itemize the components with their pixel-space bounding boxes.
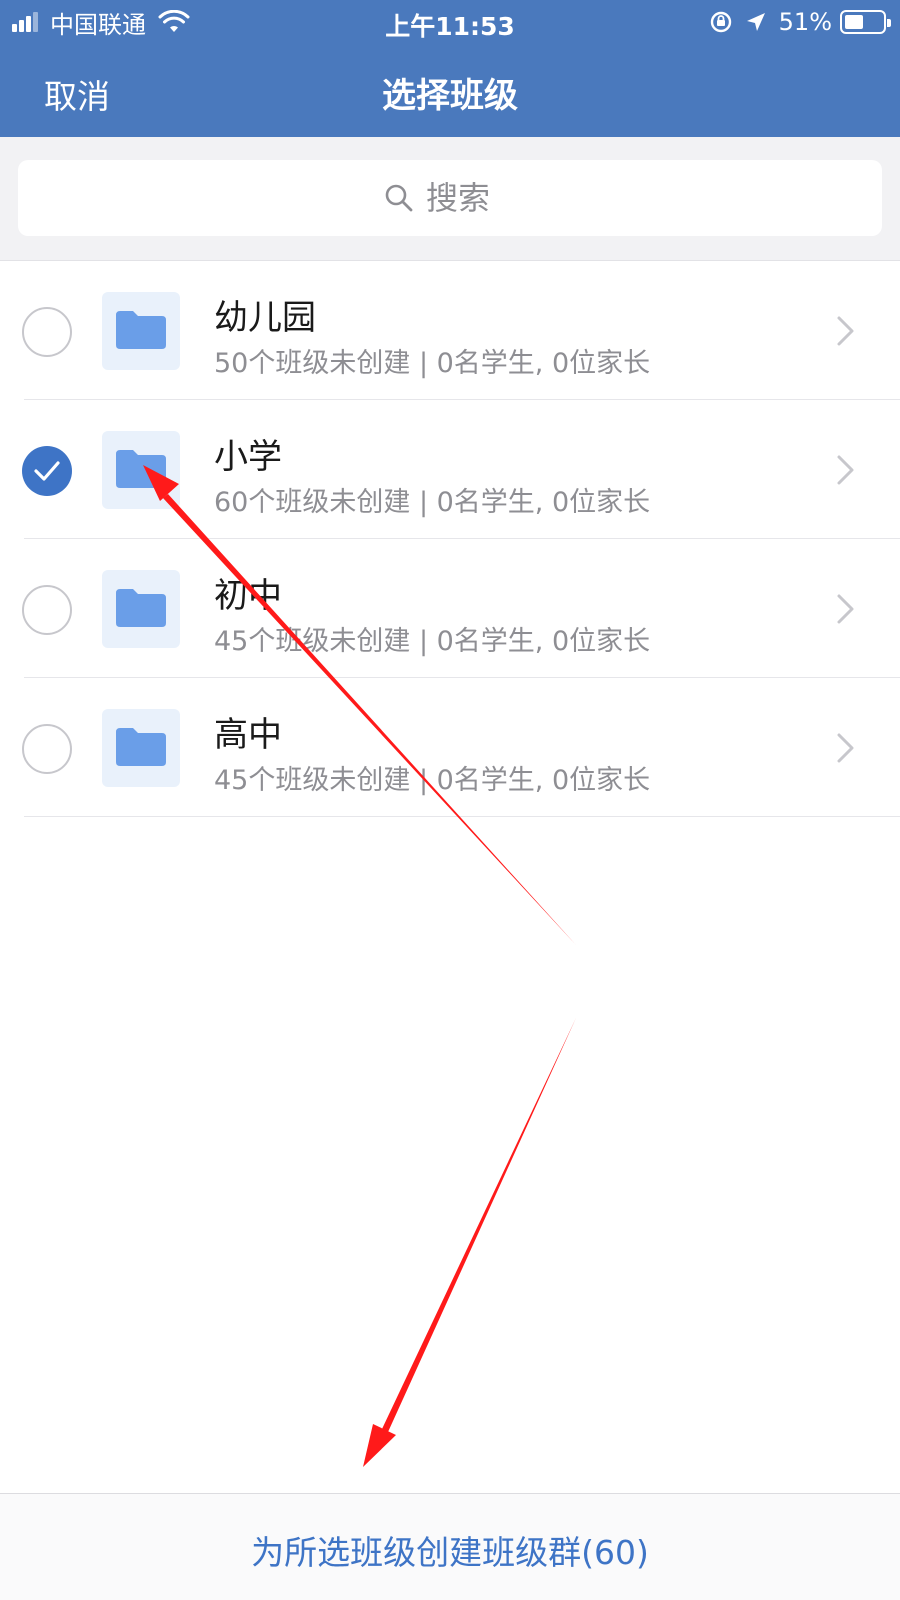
annotation-arrow-to-button xyxy=(363,1018,576,1467)
folder-icon xyxy=(116,450,166,488)
header: 中国联通 上午11:53 51% 取消 选择班级 xyxy=(0,0,900,137)
list-item[interactable]: 高中 45个班级未创建 | 0名学生, 0位家长 xyxy=(0,678,900,817)
radio-unchecked[interactable] xyxy=(22,585,72,635)
list-item[interactable]: 小学 60个班级未创建 | 0名学生, 0位家长 xyxy=(0,400,900,539)
status-right: 51% xyxy=(709,7,891,37)
item-subtitle: 60个班级未创建 | 0名学生, 0位家长 xyxy=(214,487,651,518)
folder-icon-tile xyxy=(102,431,180,509)
folder-icon-tile xyxy=(102,292,180,370)
item-title: 小学 xyxy=(214,437,282,477)
search-input[interactable] xyxy=(426,179,516,217)
status-bar: 中国联通 上午11:53 51% xyxy=(0,0,900,44)
select-class-screen: 中国联通 上午11:53 51% 取消 选择班级 搜索 幼儿园 50个班级未创建… xyxy=(0,0,900,1600)
nav-bar: 取消 选择班级 xyxy=(0,44,900,137)
create-class-group-button[interactable]: 为所选班级创建班级群(60) xyxy=(0,1526,900,1574)
search-area xyxy=(0,137,900,261)
bottom-bar: 为所选班级创建班级群(60) xyxy=(0,1493,900,1600)
folder-icon xyxy=(116,728,166,766)
chevron-right-icon xyxy=(837,316,854,346)
checkmark-icon xyxy=(34,461,60,481)
item-subtitle: 50个班级未创建 | 0名学生, 0位家长 xyxy=(214,348,651,379)
battery-icon xyxy=(840,10,891,34)
folder-icon xyxy=(116,311,166,349)
chevron-right-icon xyxy=(837,733,854,763)
radio-unchecked[interactable] xyxy=(22,724,72,774)
item-title: 幼儿园 xyxy=(214,298,316,338)
item-subtitle: 45个班级未创建 | 0名学生, 0位家长 xyxy=(214,626,651,657)
item-title: 初中 xyxy=(214,576,282,616)
chevron-right-icon xyxy=(837,455,854,485)
divider xyxy=(24,816,900,817)
search-icon xyxy=(385,184,413,212)
battery-level xyxy=(845,15,863,29)
folder-icon-tile xyxy=(102,570,180,648)
list-item[interactable]: 初中 45个班级未创建 | 0名学生, 0位家长 xyxy=(0,539,900,678)
chevron-right-icon xyxy=(837,594,854,624)
radio-checked[interactable] xyxy=(22,446,72,496)
search-box[interactable] xyxy=(18,160,882,236)
battery-cap xyxy=(887,19,891,27)
location-icon xyxy=(746,13,765,31)
page-title: 选择班级 xyxy=(382,76,518,116)
list-item[interactable]: 幼儿园 50个班级未创建 | 0名学生, 0位家长 xyxy=(0,261,900,400)
folder-icon xyxy=(116,589,166,627)
folder-icon-tile xyxy=(102,709,180,787)
item-title: 高中 xyxy=(214,715,282,755)
battery-percent: 51% xyxy=(778,8,832,36)
radio-unchecked[interactable] xyxy=(22,307,72,357)
class-list: 幼儿园 50个班级未创建 | 0名学生, 0位家长 小学 60个班级未创建 | … xyxy=(0,261,900,817)
cancel-button[interactable]: 取消 xyxy=(44,70,110,118)
item-subtitle: 45个班级未创建 | 0名学生, 0位家长 xyxy=(214,765,651,796)
orientation-lock-icon xyxy=(710,11,731,33)
